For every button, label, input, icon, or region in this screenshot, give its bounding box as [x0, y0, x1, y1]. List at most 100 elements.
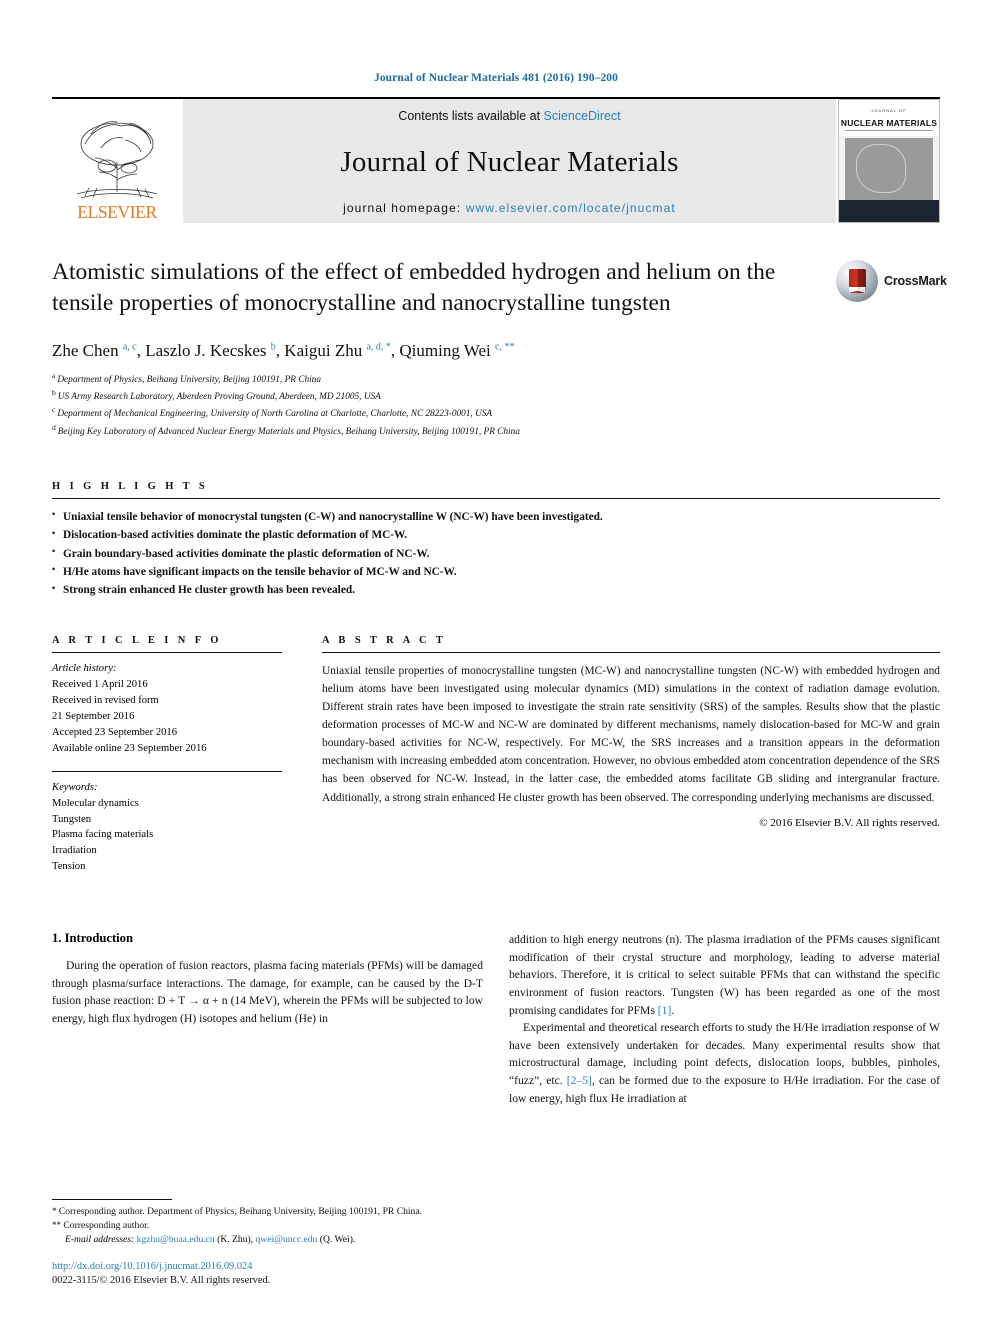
page-footer: * Corresponding author. Department of Ph… — [52, 1199, 472, 1289]
email-owner-zhu: (K. Zhu) — [217, 1233, 251, 1245]
article-history-title: Article history: — [52, 663, 117, 675]
affiliation-text: US Army Research Laboratory, Aberdeen Pr… — [57, 392, 381, 403]
crossmark-book-icon — [848, 269, 866, 293]
masthead-center: Contents lists available at ScienceDirec… — [183, 99, 836, 223]
info-abstract-row: A R T I C L E I N F O Article history: R… — [52, 635, 940, 875]
affiliation-mark: d — [52, 422, 56, 432]
cover-bottom-band — [839, 200, 939, 222]
highlight-item: Dislocation-based activities dominate th… — [52, 526, 940, 544]
intro-r1-a: addition to high energy neutrons (n). Th… — [509, 933, 940, 1017]
highlights-divider — [52, 497, 940, 499]
keyword-item: Plasma facing materials — [52, 829, 154, 841]
intro-paragraph-right-2: Experimental and theoretical research ef… — [509, 1019, 940, 1107]
journal-name: Journal of Nuclear Materials — [340, 145, 679, 178]
section-heading-introduction: 1. Introduction — [52, 931, 133, 946]
intro-paragraph-right-1: addition to high energy neutrons (n). Th… — [509, 931, 940, 1019]
crossmark-icon — [836, 260, 878, 302]
cover-superlabel: JOURNAL OF — [871, 108, 907, 113]
body-columns: 1. Introduction During the operation of … — [52, 931, 940, 1107]
elsevier-tree-icon — [76, 120, 158, 198]
history-line: Received 1 April 2016 — [52, 679, 148, 691]
elsevier-wordmark: ELSEVIER — [77, 201, 157, 222]
sciencedirect-link[interactable]: ScienceDirect — [544, 109, 621, 123]
keywords-title: Keywords: — [52, 781, 98, 793]
abstract-heading: A B S T R A C T — [322, 635, 447, 647]
body-column-left: 1. Introduction During the operation of … — [52, 931, 483, 1107]
highlight-item: H/He atoms have significant impacts on t… — [52, 562, 940, 581]
cover-rule — [845, 130, 933, 131]
affiliation-item: b US Army Research Laboratory, Aberdeen P… — [52, 387, 940, 404]
article-page: Journal of Nuclear Materials 481 (2016) … — [0, 0, 992, 1323]
affiliation-mark: a — [52, 371, 56, 381]
footnote-mark-1: * — [52, 1206, 57, 1217]
body-column-right: addition to high energy neutrons (n). Th… — [509, 931, 940, 1107]
affiliation-text: Department of Physics, Beihang Universit… — [57, 375, 321, 386]
intro-paragraph-left: During the operation of fusion reactors,… — [52, 959, 483, 1025]
affiliation-mark: b — [52, 388, 56, 398]
title-block: Atomistic simulations of the effect of e… — [52, 257, 947, 319]
footnote-text-1: Corresponding author. Department of Phys… — [58, 1206, 423, 1218]
keyword-item: Tension — [52, 861, 86, 873]
affiliation-text: Department of Mechanical Engineering, Un… — [57, 409, 493, 420]
citation-ref-2-5[interactable]: [2–5] — [567, 1074, 592, 1087]
cover-title: NUCLEAR MATERIALS — [840, 118, 938, 128]
elsevier-logo: ELSEVIER — [52, 99, 182, 223]
affiliation-list: a Department of Physics, Beihang Universi… — [52, 370, 940, 439]
article-info-heading: A R T I C L E I N F O — [52, 635, 222, 647]
abstract-text: Uniaxial tensile properties of monocryst… — [322, 665, 940, 804]
keyword-item: Molecular dynamics — [52, 797, 139, 809]
journal-cover-thumbnail: JOURNAL OF NUCLEAR MATERIALS — [838, 99, 940, 223]
affiliation-item: c Department of Mechanical Engineering, U… — [52, 404, 940, 421]
keyword-item: Irradiation — [52, 845, 97, 857]
article-info-section: A R T I C L E I N F O Article history: R… — [52, 635, 282, 875]
email-label: E-mail addresses: — [65, 1233, 135, 1245]
cover-micrograph-image — [845, 138, 933, 200]
highlight-item: Grain boundary-based activities dominate… — [52, 544, 940, 563]
affiliation-text: Beijing Key Laboratory of Advanced Nucle… — [57, 426, 520, 437]
author-list: Zhe Chen a, c, Laszlo J. Kecskes b, Kaig… — [52, 341, 515, 361]
contents-list-line: Contents lists available at ScienceDirec… — [398, 109, 620, 123]
citation-ref-1[interactable]: [1] — [658, 1004, 672, 1017]
keyword-item: Tungsten — [52, 813, 92, 825]
running-head: Journal of Nuclear Materials 481 (2016) … — [373, 72, 619, 84]
homepage-url-link[interactable]: www.elsevier.com/locate/jnucmat — [466, 201, 676, 215]
history-line: Accepted 23 September 2016 — [52, 726, 178, 738]
footnote-mark-2: ** — [52, 1220, 61, 1231]
crossmark-label: CrossMark — [884, 274, 947, 288]
history-line: Received in revised form — [52, 695, 159, 707]
footnote-corresponding-2: ** Corresponding author. — [52, 1219, 472, 1233]
highlights-list: Uniaxial tensile behavior of monocrystal… — [52, 507, 940, 599]
journal-homepage-line: journal homepage: www.elsevier.com/locat… — [343, 201, 676, 215]
email-owner-wei: (Q. Wei) — [319, 1233, 353, 1245]
footnote-text-2: Corresponding author. — [63, 1220, 150, 1232]
footnote-rule — [52, 1199, 172, 1201]
affiliation-mark: c — [52, 405, 56, 415]
affiliation-item: a Department of Physics, Beihang Universi… — [52, 370, 940, 387]
email-link-wei[interactable]: qwei@uncc.edu — [256, 1234, 318, 1245]
highlights-heading: H I G H L I G H T S — [52, 480, 209, 492]
keywords-block: Keywords: Molecular dynamics Tungsten Pl… — [52, 780, 282, 875]
page-title: Atomistic simulations of the effect of e… — [52, 259, 776, 317]
footnote-corresponding-1: * Corresponding author. Department of Ph… — [52, 1205, 472, 1219]
issn-copyright-line: 0022-3115/© 2016 Elsevier B.V. All right… — [52, 1275, 271, 1287]
crossmark-badge[interactable]: CrossMark — [836, 259, 947, 303]
intro-r1-b: . — [671, 1003, 675, 1017]
article-history-block: Article history: Received 1 April 2016 R… — [52, 661, 282, 756]
abstract-section: A B S T R A C T Uniaxial tensile propert… — [322, 635, 940, 875]
footnote-emails: E-mail addresses: kgzhu@buaa.edu.cn (K. … — [65, 1233, 356, 1245]
homepage-prefix: journal homepage: — [343, 201, 466, 215]
email-link-zhu[interactable]: kgzhu@buaa.edu.cn — [137, 1234, 215, 1245]
affiliation-item: d Beijing Key Laboratory of Advanced Nucl… — [52, 422, 940, 439]
article-info-divider — [52, 652, 282, 654]
highlight-item: Strong strain enhanced He cluster growth… — [52, 581, 940, 599]
history-line: 21 September 2016 — [52, 711, 135, 723]
doi-link[interactable]: http://dx.doi.org/10.1016/j.jnucmat.2016… — [52, 1260, 472, 1275]
abstract-copyright: © 2016 Elsevier B.V. All rights reserved… — [759, 816, 940, 829]
journal-masthead: ELSEVIER Contents lists available at Sci… — [52, 97, 940, 223]
keywords-divider — [52, 770, 282, 772]
abstract-divider — [322, 652, 940, 654]
contents-prefix: Contents lists available at — [398, 109, 544, 123]
history-line: Available online 23 September 2016 — [52, 742, 207, 754]
highlights-section: H I G H L I G H T S Uniaxial tensile beh… — [52, 481, 940, 599]
highlight-item: Uniaxial tensile behavior of monocrystal… — [52, 507, 940, 526]
